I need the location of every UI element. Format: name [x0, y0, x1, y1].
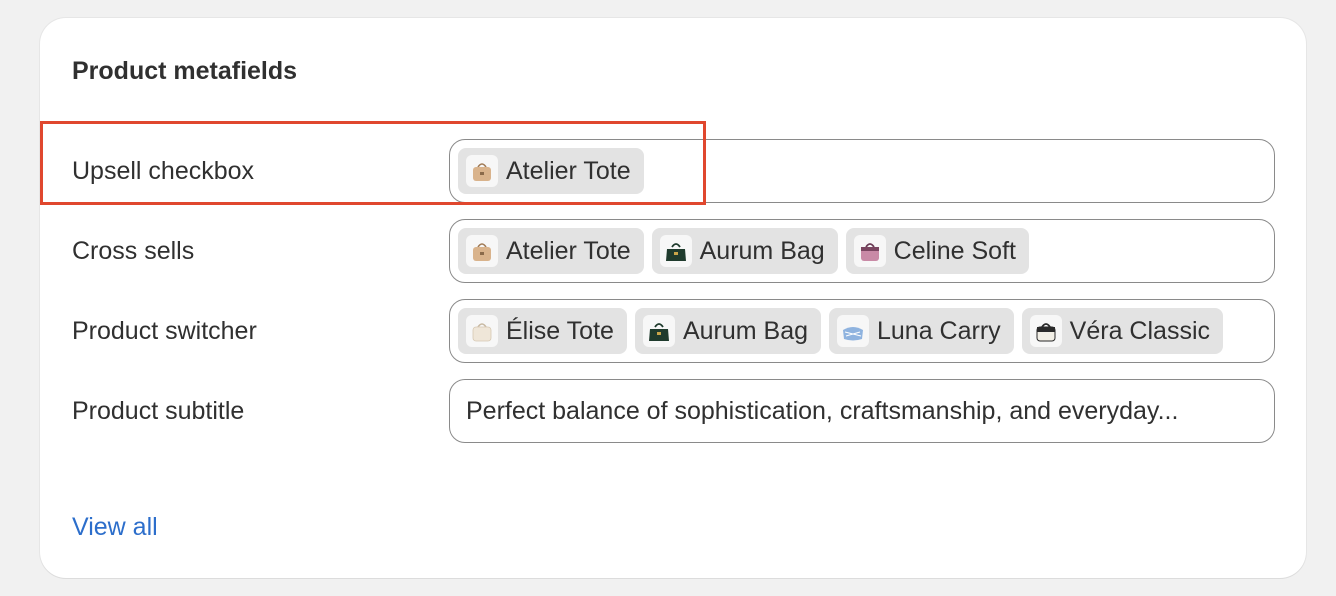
metafield-label: Cross sells: [72, 236, 195, 265]
metafield-label: Product subtitle: [72, 396, 245, 425]
product-chip[interactable]: Atelier Tote: [458, 148, 644, 194]
tan-handbag-icon: [466, 155, 498, 187]
metafield-row-upsell-checkbox: Upsell checkbox Atelier Tote: [40, 139, 1306, 203]
metafield-row-cross-sells: Cross sells Atelier Tote Aurum Bag Celin…: [40, 219, 1306, 283]
blue-bag-icon: [837, 315, 869, 347]
pink-handbag-icon: [853, 235, 886, 267]
product-chip[interactable]: Élise Tote: [458, 308, 627, 354]
product-switcher-field[interactable]: Élise Tote Aurum Bag Luna Carry Véra Cla…: [449, 299, 1275, 363]
tan-handbag-icon: [466, 235, 498, 267]
product-subtitle-field[interactable]: Perfect balance of sophistication, craft…: [449, 379, 1275, 443]
cross-sells-field[interactable]: Atelier Tote Aurum Bag Celine Soft: [449, 219, 1275, 283]
product-chip[interactable]: Véra Classic: [1021, 308, 1223, 354]
product-chip-label: Atelier Tote: [506, 236, 631, 265]
product-chip-label: Véra Classic: [1069, 316, 1210, 345]
product-chip[interactable]: Luna Carry: [829, 308, 1014, 354]
metafield-row-product-subtitle: Product subtitle Perfect balance of soph…: [40, 379, 1306, 443]
product-chip[interactable]: Celine Soft: [845, 228, 1029, 274]
green-handbag-icon: [642, 315, 675, 347]
product-chip[interactable]: Aurum Bag: [651, 228, 838, 274]
product-chip-label: Élise Tote: [506, 316, 614, 345]
product-chip-label: Luna Carry: [877, 316, 1001, 345]
cream-handbag-icon: [466, 315, 498, 347]
product-chip[interactable]: Aurum Bag: [634, 308, 821, 354]
metafield-row-product-switcher: Product switcher Élise Tote Aurum Bag Lu…: [40, 299, 1306, 363]
product-chip-label: Aurum Bag: [682, 316, 808, 345]
black-white-handbag-icon: [1029, 315, 1062, 347]
upsell-checkbox-field[interactable]: Atelier Tote: [449, 139, 1275, 203]
product-subtitle-value: Perfect balance of sophistication, craft…: [466, 396, 1179, 425]
card-title: Product metafields: [72, 57, 298, 85]
product-chip[interactable]: Atelier Tote: [458, 228, 644, 274]
product-chip-label: Atelier Tote: [506, 156, 631, 185]
product-metafields-card: Product metafields Upsell checkbox Ateli…: [40, 18, 1306, 578]
product-chip-label: Celine Soft: [893, 236, 1016, 265]
product-chip-label: Aurum Bag: [699, 236, 825, 265]
metafield-label: Upsell checkbox: [72, 156, 255, 185]
green-handbag-icon: [659, 235, 692, 267]
metafield-label: Product switcher: [72, 316, 257, 345]
view-all-link[interactable]: View all: [72, 512, 158, 542]
